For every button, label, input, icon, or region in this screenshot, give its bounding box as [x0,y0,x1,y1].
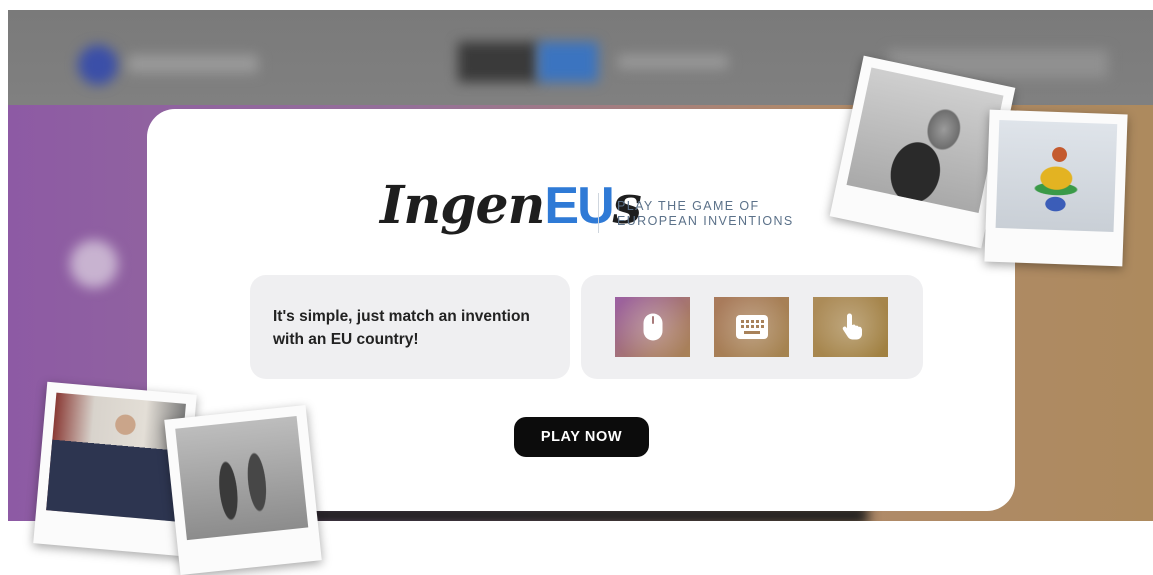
play-now-button[interactable]: PLAY NOW [514,417,649,457]
tagline: PLAY THE GAME OF EUROPEAN INVENTIONS [617,199,794,229]
polaroid-photo [984,109,1128,267]
logo-eu: EU [544,177,614,235]
blurred-subtitle [618,55,728,69]
logo-divider [598,193,599,233]
mouse-control [615,297,690,357]
polaroid-photo [164,405,322,575]
photo-skydivers [995,119,1118,233]
keyboard-icon [735,315,768,339]
mouse-icon [643,313,662,341]
blurred-logo-text [128,55,258,73]
game-logo: IngenEUs [380,175,642,236]
tagline-line-2: EUROPEAN INVENTIONS [617,214,794,228]
blurred-circle [70,240,118,288]
blurred-title [458,42,538,82]
touch-icon [842,313,862,340]
blurred-eu-logo [78,45,118,85]
blurred-title-eu [538,42,598,82]
touch-control [813,297,888,357]
photo-vintage-group [175,415,309,541]
controls-panel [581,275,923,379]
keyboard-control [714,297,789,357]
instructions-text: It's simple, just match an invention wit… [273,308,530,348]
instructions-panel: It's simple, just match an invention wit… [250,275,570,379]
photo-saxophonist [46,392,186,522]
tagline-line-1: PLAY THE GAME OF [617,199,760,213]
logo-prefix: Ingen [380,175,545,236]
photo-helmet [846,67,1004,213]
